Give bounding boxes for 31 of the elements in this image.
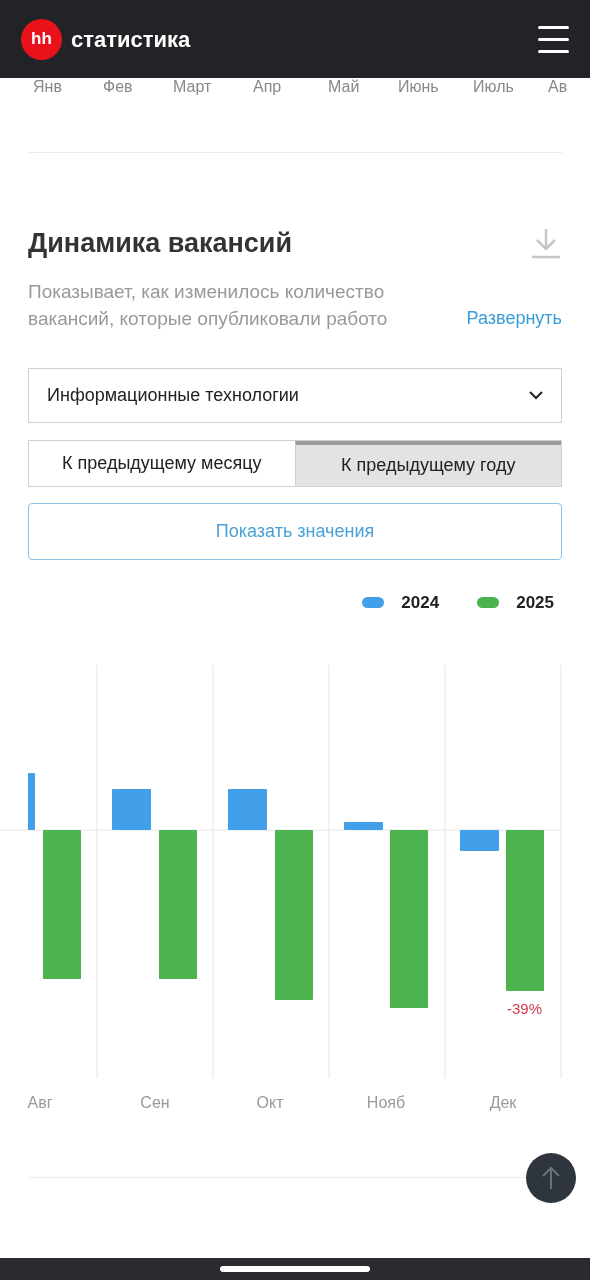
axis-label: Сен — [140, 1093, 170, 1113]
site-title[interactable]: статистика — [71, 22, 191, 56]
bar — [112, 789, 151, 830]
month-label: Июль — [473, 78, 514, 96]
axis-label: Дек — [489, 1093, 517, 1113]
section-description: Показывает, как изменилось количество вакансий, которые опубликовали работо — [28, 279, 389, 331]
bar — [344, 822, 383, 830]
section-title: Динамика вакансий — [28, 227, 293, 260]
month-label: Апр — [253, 78, 282, 96]
bar — [228, 789, 267, 830]
month-label: Июнь — [398, 78, 439, 96]
legend-label[interactable]: 2024 — [401, 589, 440, 615]
value-label: -39% — [507, 999, 543, 1019]
legend-label[interactable]: 2025 — [516, 589, 554, 615]
axis-label: Авг — [27, 1093, 53, 1113]
arrow-up-icon — [541, 1166, 561, 1190]
bar — [28, 773, 35, 830]
axis-label: Окт — [256, 1093, 284, 1113]
bar — [460, 830, 499, 851]
industry-dropdown[interactable]: Информационные технологии — [28, 367, 562, 423]
menu-icon[interactable] — [538, 25, 569, 53]
tab[interactable]: К предыдущему году — [294, 440, 561, 486]
scroll-to-top-button[interactable] — [526, 1153, 576, 1203]
chevron-down-icon — [529, 390, 543, 400]
month-label: Май — [328, 78, 360, 96]
axis-label: Нояб — [366, 1093, 406, 1113]
month-label: Фев — [103, 78, 133, 96]
month-label: Янв — [33, 78, 62, 96]
logo-text: hh — [31, 28, 52, 51]
month-label: Ав — [548, 78, 568, 96]
month-label: Март — [173, 78, 212, 96]
